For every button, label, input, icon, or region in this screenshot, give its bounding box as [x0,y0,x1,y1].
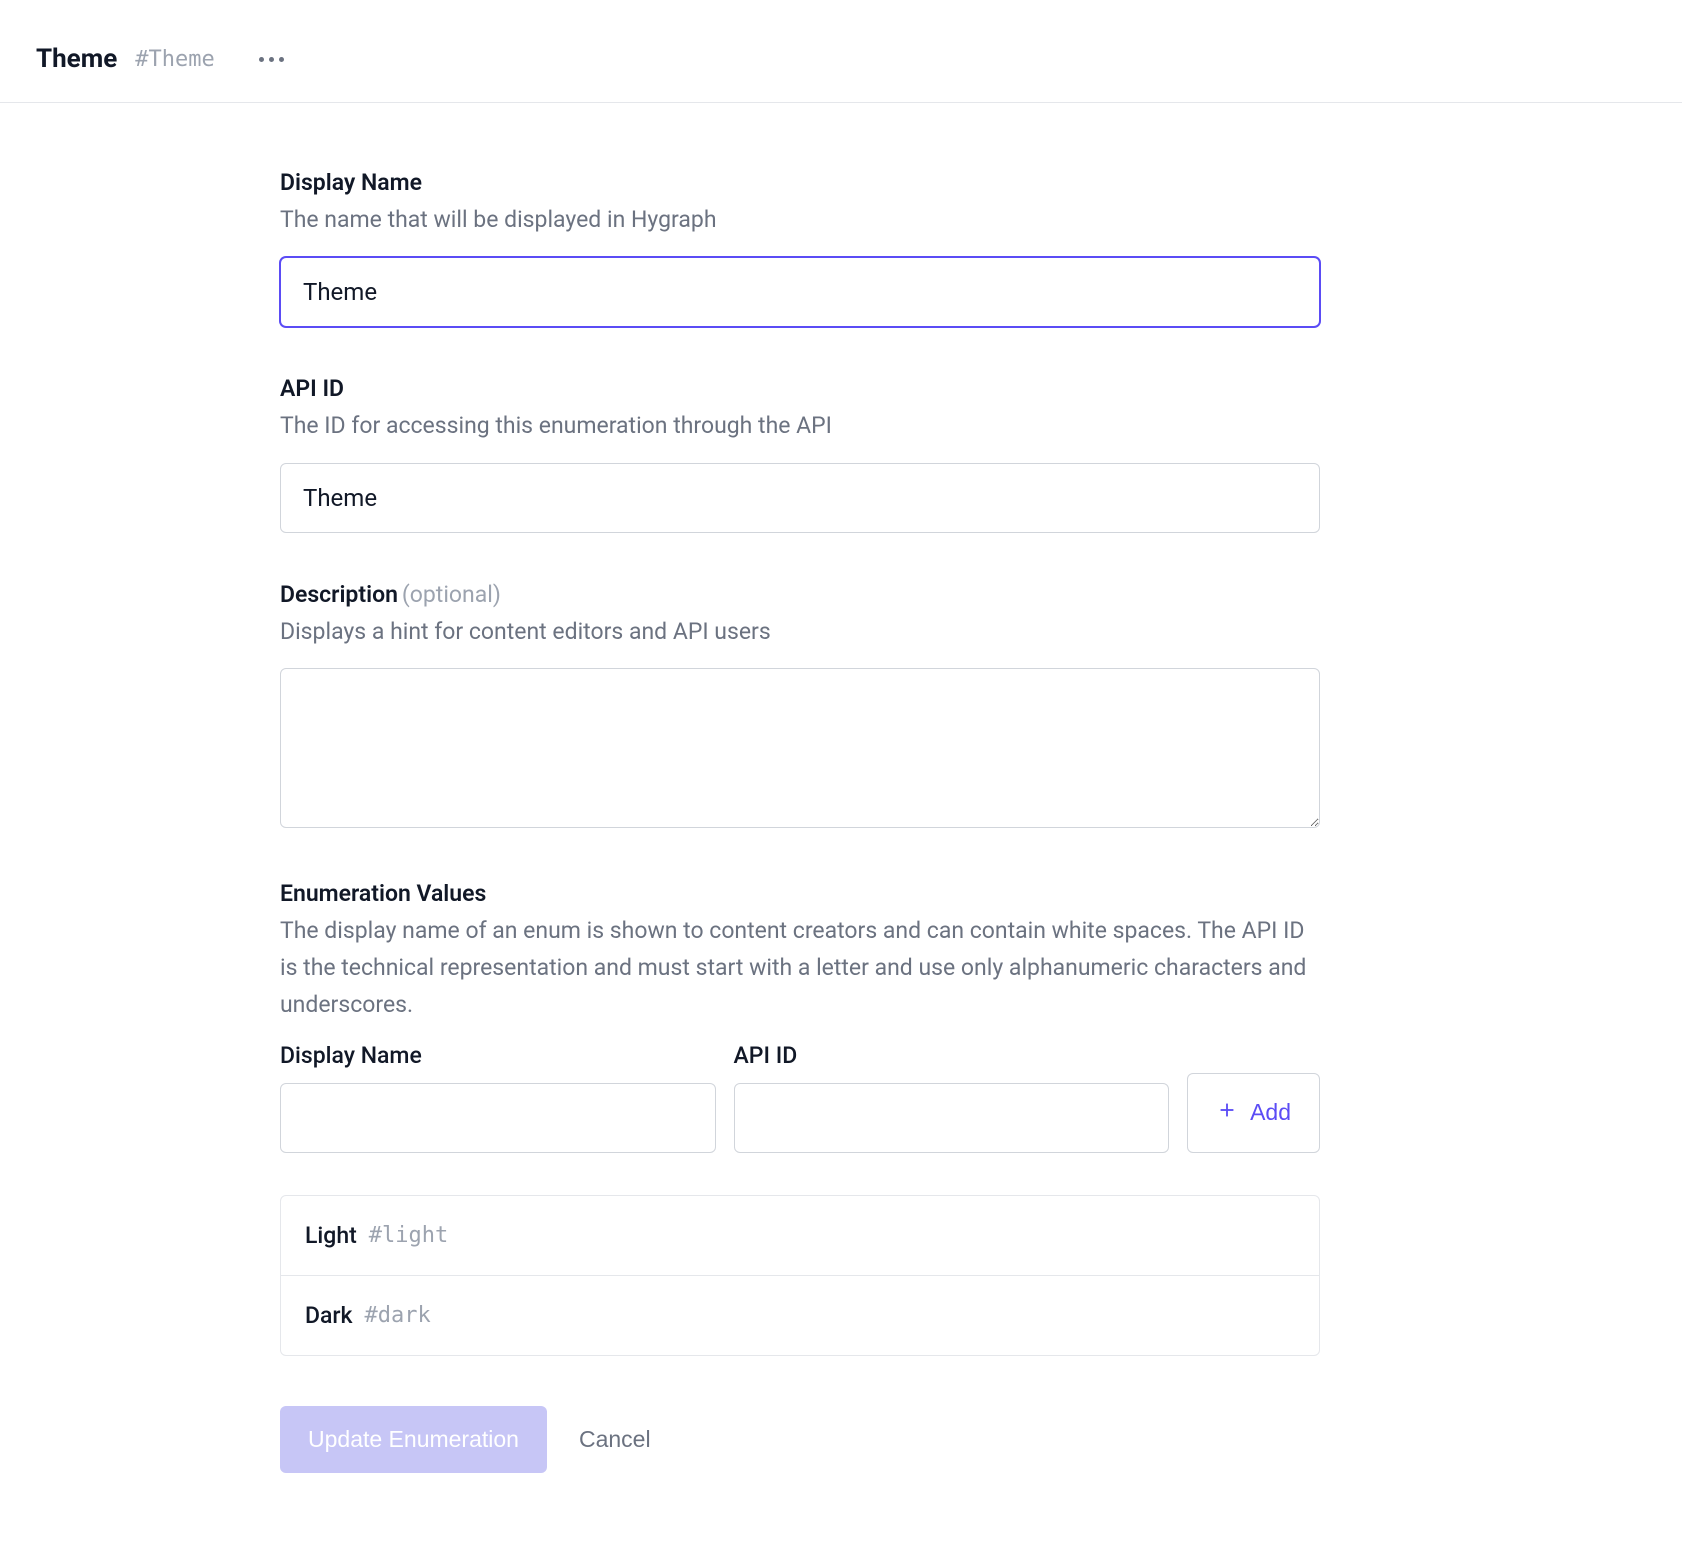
form-actions: Update Enumeration Cancel [280,1406,1320,1473]
display-name-hint: The name that will be displayed in Hygra… [280,202,1320,239]
description-optional: (optional) [402,581,501,608]
enum-row-name: Light [305,1222,357,1249]
display-name-input[interactable] [280,257,1320,327]
api-id-group: API ID The ID for accessing this enumera… [280,375,1320,533]
enum-values-label: Enumeration Values [280,880,486,907]
cancel-button[interactable]: Cancel [579,1426,651,1453]
api-id-hint: The ID for accessing this enumeration th… [280,408,1320,445]
enum-row-dark[interactable]: Dark #dark [281,1275,1319,1355]
more-options-button[interactable] [253,51,290,68]
enum-row-name: Dark [305,1302,353,1329]
enum-displayname-input[interactable] [280,1083,716,1153]
display-name-group: Display Name The name that will be displ… [280,169,1320,327]
api-id-input[interactable] [280,463,1320,533]
description-hint: Displays a hint for content editors and … [280,614,1320,651]
description-label: Description [280,581,398,608]
add-enum-label: Add [1250,1099,1291,1126]
enum-apiid-input[interactable] [734,1083,1170,1153]
update-enumeration-button[interactable]: Update Enumeration [280,1406,547,1473]
description-group: Description (optional) Displays a hint f… [280,581,1320,833]
page-hash: #Theme [135,47,214,72]
enum-row-apiid: #dark [365,1303,431,1328]
form-main: Display Name The name that will be displ… [0,103,1320,1473]
enum-col-displayname-label: Display Name [280,1042,716,1069]
plus-icon [1216,1099,1238,1127]
enum-input-row: Display Name API ID Add [280,1042,1320,1153]
display-name-label: Display Name [280,169,422,196]
enum-row-light[interactable]: Light #light [281,1196,1319,1275]
add-enum-button[interactable]: Add [1187,1073,1320,1153]
page-title: Theme [36,44,117,74]
page-header: Theme #Theme [0,0,1682,103]
enum-values-hint: The display name of an enum is shown to … [280,913,1320,1023]
description-input[interactable] [280,668,1320,828]
api-id-label: API ID [280,375,344,402]
ellipsis-icon [259,57,264,62]
enum-col-apiid-label: API ID [734,1042,1170,1069]
enum-values-group: Enumeration Values The display name of a… [280,880,1320,1472]
enum-row-apiid: #light [369,1223,448,1248]
enum-list: Light #light Dark #dark [280,1195,1320,1356]
